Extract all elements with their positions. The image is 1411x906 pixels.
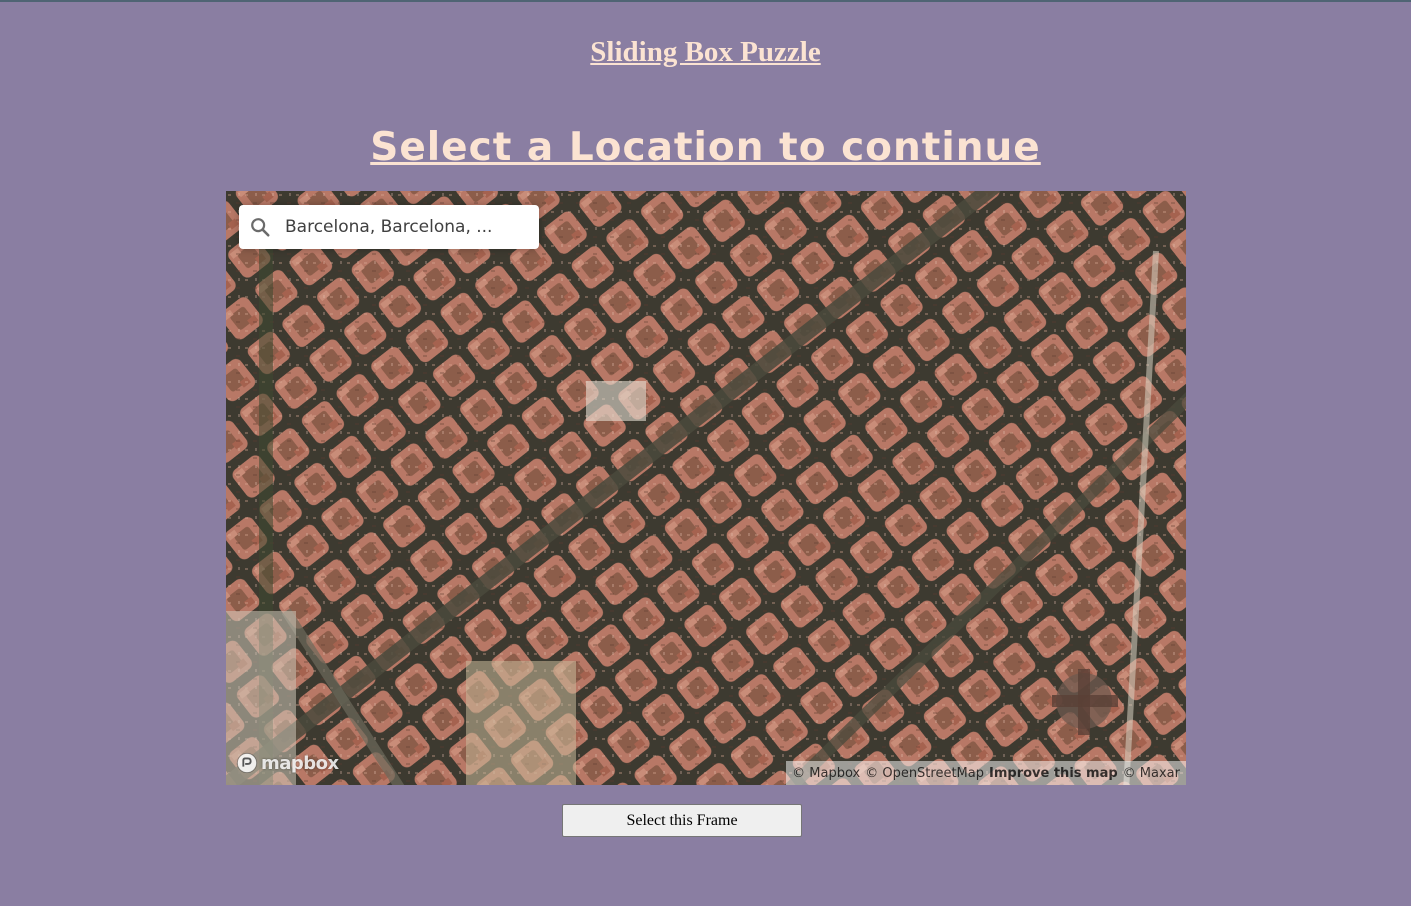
site-title: Sliding Box Puzzle xyxy=(590,36,821,68)
satellite-imagery[interactable] xyxy=(226,191,1186,785)
search-input[interactable] xyxy=(281,205,529,249)
select-frame-button[interactable]: Select this Frame xyxy=(562,804,802,837)
map-view[interactable]: mapbox © Mapbox © OpenStreetMap Improve … xyxy=(226,191,1186,785)
improve-map-link[interactable]: Improve this map xyxy=(989,766,1118,781)
attribution-maxar-link[interactable]: © Maxar xyxy=(1123,766,1180,781)
attribution-osm-link[interactable]: © OpenStreetMap xyxy=(865,766,984,781)
search-icon xyxy=(251,218,270,237)
page-subtitle: Select a Location to continue xyxy=(370,125,1041,170)
map-attribution: © Mapbox © OpenStreetMap Improve this ma… xyxy=(786,761,1186,785)
mapbox-logo-text: mapbox xyxy=(261,752,339,774)
mapbox-logo-icon xyxy=(236,752,258,774)
location-search[interactable] xyxy=(239,205,539,249)
attribution-mapbox-link[interactable]: © Mapbox xyxy=(792,766,860,781)
mapbox-logo[interactable]: mapbox xyxy=(236,751,339,775)
